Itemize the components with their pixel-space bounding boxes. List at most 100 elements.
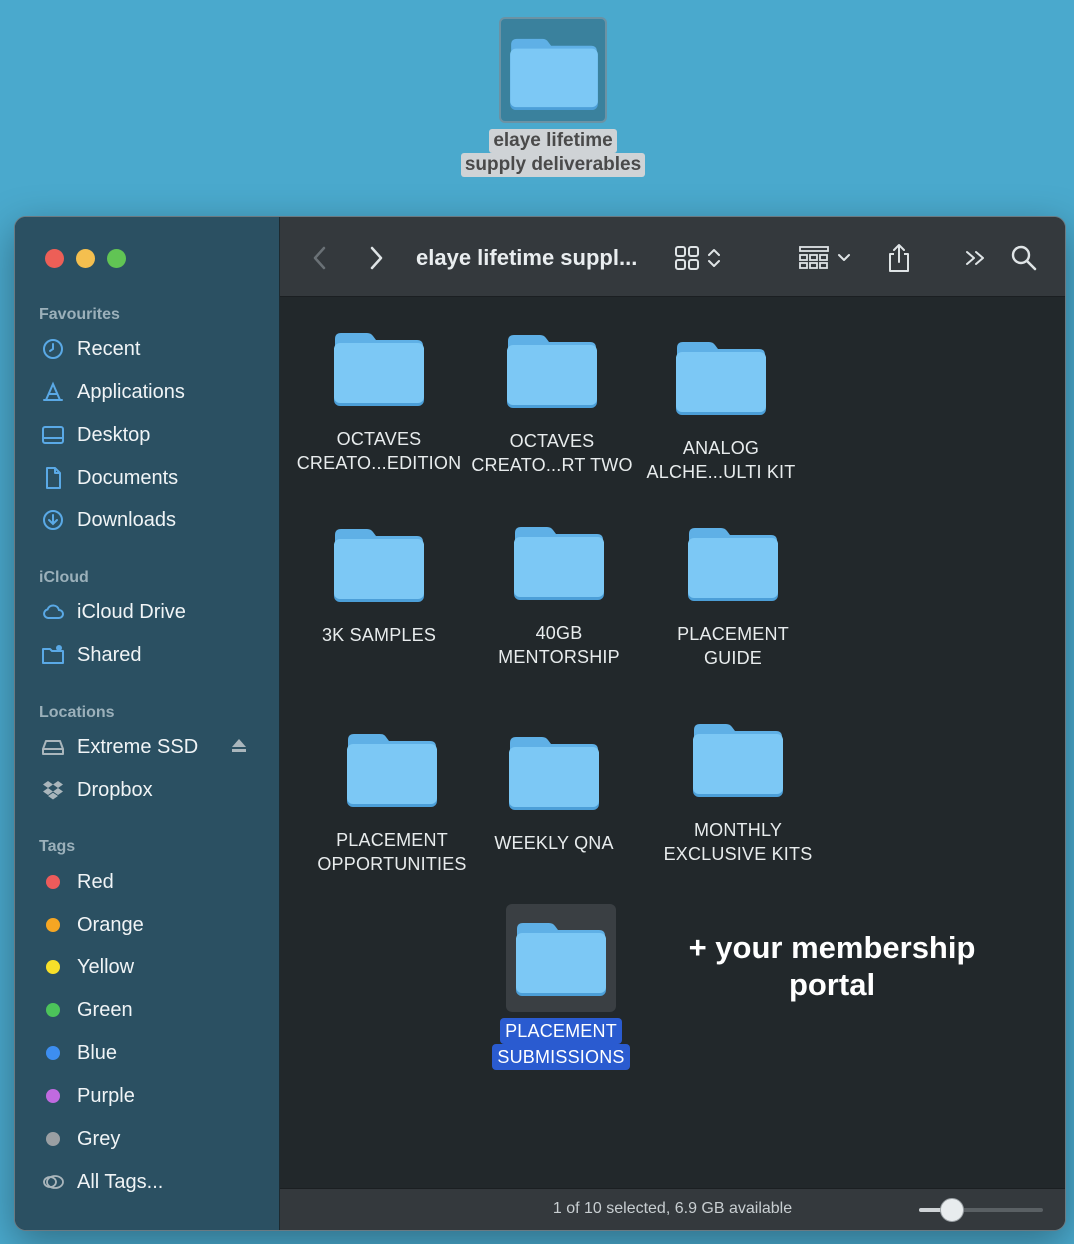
sidebar-item-desktop[interactable]: Desktop (39, 419, 259, 451)
sidebar: Favourites Recent Applications Desktop D… (15, 217, 280, 1230)
promo-line: + your membership (688, 930, 976, 965)
sidebar-tag-orange[interactable]: Orange (39, 909, 259, 941)
window-title: elaye lifetime suppl... (416, 245, 638, 270)
folder-label-line: MENTORSHIP (498, 647, 620, 667)
folder-item[interactable]: OCTAVES CREATO...EDITION (289, 329, 469, 475)
folder-label-line: OCTAVES (509, 431, 595, 451)
sidebar-tag-green[interactable]: Green (39, 994, 259, 1026)
folder-item[interactable]: 3K SAMPLES (289, 525, 469, 647)
folder-item[interactable]: PLACEMENT OPPORTUNITIES (302, 730, 482, 876)
folder-item[interactable]: WEEKLY QNA (464, 733, 644, 855)
cloud-icon (39, 598, 67, 626)
sidebar-heading-locations: Locations (39, 704, 115, 721)
sidebar-all-tags[interactable]: All Tags... (39, 1166, 259, 1198)
folder-label-line: 40GB (535, 623, 583, 643)
folder-label-line: ALCHE...ULTI KIT (646, 462, 796, 482)
sidebar-item-label: Extreme SSD (77, 735, 199, 758)
more-toolbar-button[interactable] (964, 241, 988, 275)
sidebar-item-shared[interactable]: Shared (39, 639, 259, 671)
folder-icon (506, 331, 598, 409)
toolbar: elaye lifetime suppl... (280, 217, 1065, 297)
group-by-button[interactable] (798, 241, 854, 275)
folder-content-area: OCTAVES CREATO...EDITION OCTAVES CREATO.… (280, 297, 1065, 1188)
sidebar-tag-grey[interactable]: Grey (39, 1123, 259, 1155)
sidebar-item-label: Red (77, 870, 114, 893)
folder-icon (508, 733, 600, 811)
sidebar-item-label: Documents (77, 466, 179, 489)
sidebar-heading-favourites: Favourites (39, 306, 120, 323)
sidebar-item-label: Dropbox (77, 778, 153, 801)
desktop-folder-label-line2: supply deliverables (460, 153, 646, 177)
download-icon (39, 506, 67, 534)
search-button[interactable] (1009, 241, 1039, 275)
minimize-button[interactable] (76, 249, 95, 268)
desktop-folder-icon[interactable] (499, 17, 607, 123)
all-tags-icon (39, 1168, 67, 1196)
sidebar-item-extreme-ssd[interactable]: Extreme SSD (39, 731, 259, 763)
folder-label-line: PLACEMENT (500, 1018, 622, 1044)
sidebar-item-label: Recent (77, 337, 141, 360)
icon-size-slider[interactable] (919, 1198, 1043, 1222)
folder-label-line: OCTAVES (336, 429, 422, 449)
folder-label-line: CREATO...RT TWO (471, 455, 633, 475)
chevron-right-icon (370, 246, 383, 270)
sidebar-item-applications[interactable]: Applications (39, 376, 259, 408)
folder-label-line: PLACEMENT (677, 624, 789, 644)
slider-knob[interactable] (940, 1198, 965, 1222)
folder-icon (513, 523, 605, 601)
sidebar-tag-yellow[interactable]: Yellow (39, 951, 259, 983)
drive-icon (39, 733, 67, 761)
sidebar-heading-icloud: iCloud (39, 569, 89, 586)
sidebar-tag-blue[interactable]: Blue (39, 1037, 259, 1069)
desktop-folder-label[interactable]: elaye lifetime supply deliverables (459, 129, 647, 177)
folder-label: PLACEMENT GUIDE (643, 622, 823, 670)
folder-label: 3K SAMPLES (289, 623, 469, 647)
group-by-icon (799, 246, 850, 269)
folder-item-selected[interactable]: PLACEMENT SUBMISSIONS (471, 904, 651, 1070)
folder-label: PLACEMENT SUBMISSIONS (471, 1018, 651, 1070)
folder-label-line: OPPORTUNITIES (317, 854, 467, 874)
folder-label-line: PLACEMENT (336, 830, 448, 850)
folder-icon (333, 329, 425, 407)
view-mode-button[interactable] (674, 241, 724, 275)
document-icon (39, 464, 67, 492)
sidebar-item-icloud-drive[interactable]: iCloud Drive (39, 596, 259, 628)
folder-label-line: EXCLUSIVE KITS (663, 844, 813, 864)
sidebar-item-label: Shared (77, 643, 142, 666)
sidebar-item-downloads[interactable]: Downloads (39, 504, 259, 536)
tag-dot-icon (46, 918, 60, 932)
folder-item[interactable]: ANALOG ALCHE...ULTI KIT (631, 338, 811, 484)
finder-window: Favourites Recent Applications Desktop D… (14, 216, 1066, 1231)
sidebar-item-dropbox[interactable]: Dropbox (39, 774, 259, 806)
clock-icon (39, 335, 67, 363)
folder-item[interactable]: MONTHLY EXCLUSIVE KITS (648, 720, 828, 866)
tag-dot-icon (46, 1046, 60, 1060)
promo-text: + your membership portal (672, 929, 992, 1003)
folder-label-line: 3K SAMPLES (321, 625, 437, 645)
sidebar-item-recent[interactable]: Recent (39, 333, 259, 365)
share-button[interactable] (884, 241, 914, 275)
forward-button[interactable] (366, 241, 386, 275)
dropbox-icon (39, 776, 67, 804)
zoom-button[interactable] (107, 249, 126, 268)
folder-label-line: MONTHLY (693, 820, 783, 840)
folder-label: ANALOG ALCHE...ULTI KIT (631, 436, 811, 484)
folder-item[interactable]: OCTAVES CREATO...RT TWO (462, 331, 642, 477)
eject-icon[interactable] (229, 736, 249, 756)
sidebar-item-documents[interactable]: Documents (39, 462, 259, 494)
sidebar-tag-red[interactable]: Red (39, 866, 259, 898)
folder-icon (515, 919, 607, 997)
search-icon (1011, 245, 1037, 271)
folder-icon (675, 338, 767, 416)
icon-grid-view-icon (675, 246, 720, 270)
folder-item[interactable]: PLACEMENT GUIDE (643, 524, 823, 670)
sidebar-tag-purple[interactable]: Purple (39, 1080, 259, 1112)
folder-icon (687, 524, 779, 602)
folder-item[interactable]: 40GB MENTORSHIP (469, 523, 649, 669)
folder-label: PLACEMENT OPPORTUNITIES (302, 828, 482, 876)
tag-dot-icon (46, 1003, 60, 1017)
folder-icon (692, 720, 784, 798)
back-button[interactable] (310, 241, 330, 275)
close-button[interactable] (45, 249, 64, 268)
sidebar-item-label: Blue (77, 1041, 118, 1064)
